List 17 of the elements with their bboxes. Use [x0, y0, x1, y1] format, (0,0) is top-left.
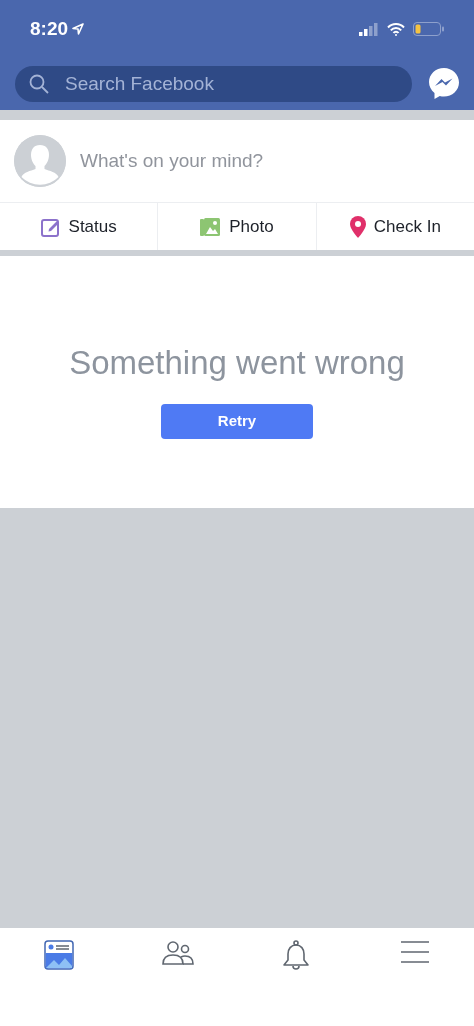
map-pin-icon [349, 215, 366, 238]
search-field[interactable]: Search Facebook [15, 66, 412, 102]
photos-icon [200, 216, 222, 237]
bell-icon[interactable] [282, 940, 311, 972]
messenger-icon[interactable] [428, 67, 460, 101]
location-arrow-icon [72, 23, 85, 35]
status-time: 8:20 [30, 16, 69, 41]
menu-icon[interactable] [400, 940, 429, 964]
people-icon[interactable] [161, 940, 194, 966]
news-feed-icon[interactable] [44, 940, 75, 970]
wifi-icon [387, 22, 405, 36]
search-icon [29, 74, 49, 94]
retry-button[interactable]: Retry [161, 403, 313, 439]
battery-icon [413, 22, 444, 36]
error-message: Something went wrong [68, 343, 406, 383]
edit-icon [40, 216, 61, 237]
signal-icon [359, 22, 379, 36]
